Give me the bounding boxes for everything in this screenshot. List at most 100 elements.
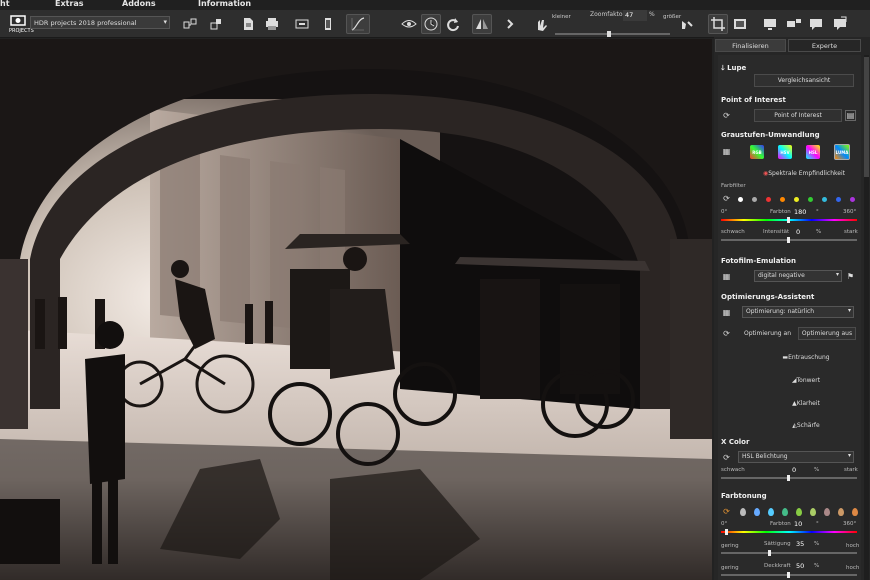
filter-reset-icon[interactable]: ⟳ [721, 193, 732, 204]
fullscreen-button[interactable] [760, 14, 780, 34]
hue-value[interactable]: 180 [794, 208, 806, 217]
crop-button[interactable] [708, 14, 728, 34]
opacity-value[interactable]: 50 [796, 562, 804, 571]
filter-dot-cyan[interactable] [822, 197, 827, 202]
hue-slider-thumb[interactable] [787, 217, 790, 223]
xcolor-slider[interactable] [721, 475, 857, 481]
film-select[interactable]: digital negative ▾ [754, 270, 842, 282]
clarity-button[interactable]: ▲ Klarheit [756, 397, 856, 410]
dual-view-button[interactable] [784, 14, 804, 34]
zoom-out-button[interactable] [532, 14, 552, 34]
pause-button[interactable] [318, 14, 338, 34]
curve-button[interactable] [346, 14, 370, 34]
poi-button[interactable]: Point of Interest [754, 109, 842, 122]
zoom-slider[interactable] [555, 31, 670, 37]
section-xcolor[interactable]: X Color [718, 438, 861, 450]
xcolor-value[interactable]: 0 [792, 466, 796, 475]
image-canvas[interactable] [0, 39, 712, 580]
section-optimierung[interactable]: Optimierungs-Assistent [718, 293, 861, 305]
film-grid-icon[interactable]: ▦ [721, 271, 732, 282]
tone-drop-rose[interactable] [824, 508, 830, 516]
export-button[interactable] [830, 14, 850, 34]
mirror-button[interactable] [472, 14, 492, 34]
tone-drop-lime[interactable] [810, 508, 816, 516]
tone-hue-value[interactable]: 10 [794, 520, 802, 529]
history-button[interactable] [421, 14, 441, 34]
gray-mode-hsl[interactable]: HSL [806, 145, 820, 159]
gray-mode-rgb[interactable]: RGB [750, 145, 764, 159]
print-button[interactable] [262, 14, 282, 34]
tone-drop-orange[interactable] [852, 508, 858, 516]
xcolor-slider-thumb[interactable] [787, 475, 790, 481]
optimization-select[interactable]: Optimierung: natürlich ▾ [742, 306, 854, 318]
intensity-slider-thumb[interactable] [787, 237, 790, 243]
tone-drop-teal[interactable] [782, 508, 788, 516]
menu-item-extras[interactable]: Extras [55, 0, 84, 8]
layout-swap-button[interactable] [206, 14, 226, 34]
zoom-in-button[interactable] [677, 14, 697, 34]
tone-hue-slider-thumb[interactable] [725, 529, 728, 535]
zoom-value-input[interactable]: 47 [623, 10, 647, 21]
tone-drop-gray[interactable] [740, 508, 746, 516]
menu-item-addons[interactable]: Addons [122, 0, 156, 8]
xcolor-reset-icon[interactable]: ⟳ [721, 452, 732, 463]
intensity-value[interactable]: 0 [796, 228, 800, 237]
sidebar-scrollbar-thumb[interactable] [864, 57, 869, 177]
compare-view-button[interactable]: Vergleichsansicht [754, 74, 854, 87]
grid-icon[interactable]: ▦ [721, 146, 732, 157]
opt-reset-icon[interactable]: ⟳ [721, 328, 732, 339]
flag-icon[interactable]: ⚑ [845, 271, 856, 282]
saturation-slider-thumb[interactable] [768, 550, 771, 556]
sharpen-button[interactable]: ◭ Schärfe [756, 419, 856, 432]
saturation-slider[interactable] [721, 550, 857, 556]
comment-button[interactable] [806, 14, 826, 34]
menu-item-ansicht[interactable]: ht [0, 0, 10, 8]
filter-dot-white[interactable] [738, 197, 743, 202]
split-button[interactable] [500, 14, 520, 34]
preview-eye-button[interactable] [399, 14, 419, 34]
filter-dot-orange[interactable] [780, 197, 785, 202]
opacity-slider-thumb[interactable] [787, 572, 790, 578]
tonwert-button[interactable]: ◢ Tonwert [756, 374, 856, 387]
section-fotofilm[interactable]: Fotofilm-Emulation [718, 257, 861, 269]
intensity-slider[interactable] [721, 237, 857, 243]
optimization-on-button[interactable]: Optimierung an [740, 327, 795, 340]
filter-dot-yellow[interactable] [794, 197, 799, 202]
filter-dot-gray[interactable] [752, 197, 757, 202]
section-graustufen[interactable]: Graustufen-Umwandlung [718, 131, 861, 143]
poi-settings-icon[interactable]: ▤ [845, 110, 856, 121]
zoom-slider-thumb[interactable] [607, 31, 611, 37]
filter-dot-green[interactable] [808, 197, 813, 202]
reset-icon[interactable]: ⟳ [721, 110, 732, 121]
saturation-value[interactable]: 35 [796, 540, 804, 549]
filter-dot-blue[interactable] [836, 197, 841, 202]
project-select[interactable]: HDR projects 2018 professional ▾ [30, 16, 170, 29]
frame-button[interactable] [730, 14, 750, 34]
tone-drop-green[interactable] [796, 508, 802, 516]
spectral-button[interactable]: ◉ Spektrale Empfindlichkeit [754, 167, 854, 180]
tab-finalisieren[interactable]: Finalisieren [715, 39, 786, 52]
batch-button[interactable] [292, 14, 312, 34]
optimization-off-button[interactable]: Optimierung aus [798, 327, 856, 340]
gray-mode-hsv[interactable]: HSV [778, 145, 792, 159]
tone-hue-slider[interactable] [721, 529, 857, 535]
tone-reset-icon[interactable]: ⟳ [721, 506, 732, 517]
filter-dot-purple[interactable] [850, 197, 855, 202]
section-farbtonung[interactable]: Farbtonung [718, 492, 861, 504]
tone-drop-sepia[interactable] [838, 508, 844, 516]
filter-dot-red[interactable] [766, 197, 771, 202]
redo-button[interactable] [443, 14, 463, 34]
tone-drop-blue[interactable] [754, 508, 760, 516]
denoise-button[interactable]: ▬ Entrauschung [756, 351, 856, 364]
tone-drop-cyan[interactable] [768, 508, 774, 516]
opt-grid-icon[interactable]: ▦ [721, 307, 732, 318]
section-poi[interactable]: Point of Interest [718, 96, 861, 108]
opacity-slider[interactable] [721, 572, 857, 578]
menu-item-information[interactable]: Information [198, 0, 251, 8]
projects-logo[interactable]: PROJECTS [9, 15, 34, 35]
open-file-button[interactable] [238, 14, 258, 34]
xcolor-select[interactable]: HSL Belichtung ▾ [738, 451, 854, 463]
tab-experte[interactable]: Experte [788, 39, 861, 52]
compare-layout-button[interactable] [180, 14, 200, 34]
gray-mode-luma[interactable]: LUMA [834, 144, 850, 160]
